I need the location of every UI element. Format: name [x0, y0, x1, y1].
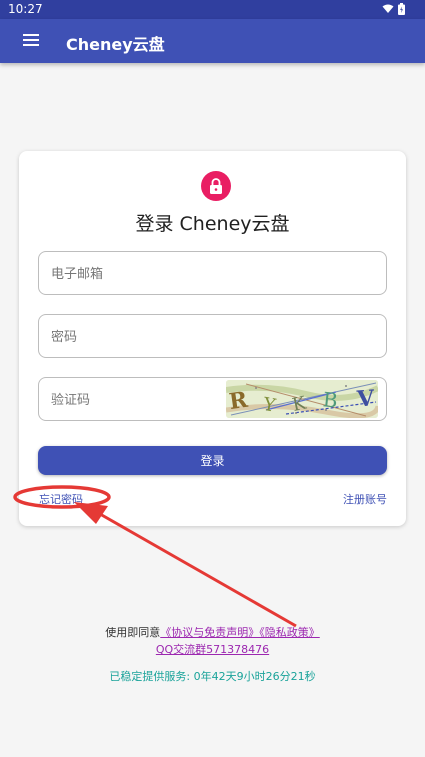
hamburger-menu-icon[interactable] [23, 33, 41, 49]
email-field-box [38, 251, 387, 296]
password-field-box [38, 314, 387, 359]
register-link[interactable]: 注册账号 [343, 491, 387, 507]
battery-icon [398, 3, 405, 15]
wifi-icon [382, 4, 394, 13]
password-field[interactable] [49, 315, 223, 359]
lock-icon [210, 178, 222, 194]
login-card: 登录 Cheney云盘 R Y K B [19, 151, 406, 526]
status-time: 10:27 [8, 2, 43, 16]
uptime-line: 已稳定提供服务: 0年42天9小时26分21秒 [0, 668, 425, 684]
login-heading: 登录 Cheney云盘 [135, 213, 290, 235]
app-title: Cheney云盘 [66, 35, 165, 54]
login-button[interactable]: 登录 [38, 446, 387, 475]
agreement-line: 使用即同意《协议与免责声明》《隐私政策》 [0, 624, 425, 640]
annotation-arrow-shaft [99, 512, 297, 628]
captcha-field-box: R Y K B V [38, 377, 387, 422]
forgot-password-link[interactable]: 忘记密码 [39, 491, 83, 507]
qq-group-line: QQ交流群571378476 [0, 641, 425, 657]
app-bar: Cheney云盘 [0, 19, 425, 63]
captcha-char: V [355, 385, 376, 412]
captcha-field[interactable] [49, 378, 223, 422]
uptime-text: 已稳定提供服务: 0年42天9小时26分21秒 [109, 670, 316, 683]
email-field[interactable] [49, 252, 223, 296]
qq-group-link[interactable]: QQ交流群571378476 [156, 643, 269, 656]
captcha-image[interactable]: R Y K B V [226, 380, 378, 418]
status-icons [382, 3, 405, 15]
agreement-prefix: 使用即同意 [105, 626, 161, 639]
captcha-char: B [322, 387, 339, 412]
status-bar: 10:27 [0, 0, 425, 19]
lock-badge [201, 171, 231, 201]
agreement-links[interactable]: 《协议与免责声明》《隐私政策》 [160, 626, 320, 639]
